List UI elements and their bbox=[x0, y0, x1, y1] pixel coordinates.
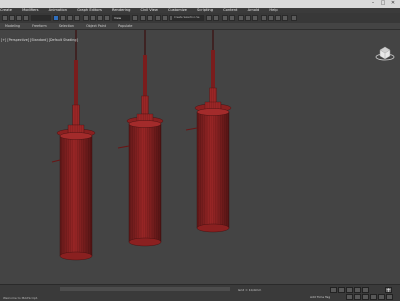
reference-coordinate-value: View bbox=[114, 16, 122, 20]
render-in-cloud-icon[interactable] bbox=[282, 15, 288, 21]
schematic-view-icon[interactable] bbox=[245, 15, 251, 21]
redo-icon[interactable] bbox=[9, 15, 15, 21]
status-bar: Grid = 10,0mm Add Time Tag Welcome to MA… bbox=[0, 284, 400, 301]
placement-icon[interactable] bbox=[104, 15, 110, 21]
move-icon[interactable] bbox=[83, 15, 89, 21]
toggle-layer-explorer-icon[interactable] bbox=[229, 15, 235, 21]
mirror-icon[interactable] bbox=[206, 15, 212, 21]
scale-icon[interactable] bbox=[97, 15, 103, 21]
main-toolbar: View Create Selection Se bbox=[0, 13, 400, 23]
pivot-center-icon[interactable] bbox=[132, 15, 138, 21]
select-object-icon[interactable] bbox=[53, 15, 59, 21]
a360-gallery-icon[interactable] bbox=[291, 15, 297, 21]
selection-filter-dropdown[interactable] bbox=[31, 15, 51, 21]
rendered-frame-window-icon[interactable] bbox=[268, 15, 274, 21]
maxscript-listener-text[interactable]: Welcome to MAXScript. bbox=[3, 296, 38, 300]
unlink-icon[interactable] bbox=[23, 15, 29, 21]
grid-readout: Grid = 10,0mm bbox=[238, 288, 262, 292]
previous-frame-icon[interactable] bbox=[338, 287, 345, 293]
viewcube-icon[interactable] bbox=[375, 44, 395, 62]
select-by-name-icon[interactable] bbox=[60, 15, 66, 21]
perspective-viewport[interactable] bbox=[0, 30, 400, 284]
next-frame-icon[interactable] bbox=[354, 287, 361, 293]
named-selection-set-field[interactable]: Create Selection Se bbox=[172, 15, 204, 21]
viewport-label[interactable]: [+] [Perspective] [Standard] [Default Sh… bbox=[1, 38, 78, 42]
keyboard-shortcut-icon[interactable] bbox=[147, 15, 153, 21]
link-icon[interactable] bbox=[16, 15, 22, 21]
snaps-toggle-icon[interactable] bbox=[155, 15, 161, 21]
add-icon[interactable]: + bbox=[385, 287, 392, 294]
rotate-icon[interactable] bbox=[90, 15, 96, 21]
pendant-lamp-middle[interactable] bbox=[117, 30, 164, 247]
window-crossing-icon[interactable] bbox=[74, 15, 80, 21]
play-icon[interactable] bbox=[346, 287, 353, 293]
orbit-icon[interactable] bbox=[378, 294, 385, 300]
select-manipulate-icon[interactable] bbox=[140, 15, 146, 21]
maximize-viewport-icon[interactable] bbox=[386, 294, 393, 300]
named-selection-set-placeholder: Create Selection Se bbox=[174, 16, 200, 19]
time-slider[interactable] bbox=[60, 287, 230, 291]
rectangle-selection-icon[interactable] bbox=[67, 15, 73, 21]
minimize-button[interactable]: – bbox=[370, 1, 376, 6]
align-icon[interactable] bbox=[213, 15, 219, 21]
toggle-scene-explorer-icon[interactable] bbox=[222, 15, 228, 21]
render-setup-icon[interactable] bbox=[261, 15, 267, 21]
add-time-tag-label[interactable]: Add Time Tag bbox=[310, 295, 330, 299]
pendant-lamp-left[interactable] bbox=[51, 30, 96, 261]
angle-snap-icon[interactable] bbox=[162, 15, 168, 21]
reference-coordinate-dropdown[interactable]: View bbox=[112, 15, 130, 21]
maximize-button[interactable]: □ bbox=[380, 1, 386, 6]
zoom-all-icon[interactable] bbox=[354, 294, 361, 300]
close-button[interactable]: ✕ bbox=[390, 1, 396, 6]
curve-editor-icon[interactable] bbox=[238, 15, 244, 21]
undo-icon[interactable] bbox=[2, 15, 8, 21]
field-of-view-icon[interactable] bbox=[362, 294, 369, 300]
go-to-end-icon[interactable] bbox=[362, 287, 369, 293]
pan-icon[interactable] bbox=[370, 294, 377, 300]
material-editor-icon[interactable] bbox=[252, 15, 258, 21]
pendant-lamp-right[interactable] bbox=[185, 30, 232, 233]
go-to-start-icon[interactable] bbox=[330, 287, 337, 293]
render-production-icon[interactable] bbox=[275, 15, 281, 21]
zoom-icon[interactable] bbox=[346, 294, 353, 300]
title-bar: – □ ✕ bbox=[0, 0, 400, 8]
